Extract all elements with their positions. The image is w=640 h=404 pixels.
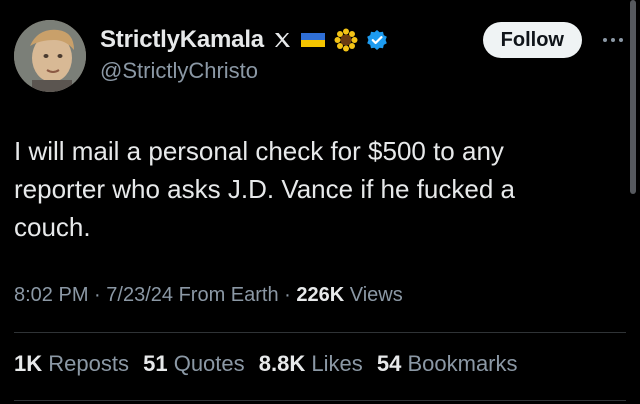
engagement-stats: 1K Reposts 51 Quotes 8.8K Likes 54 Bookm… [14,351,526,377]
display-name-row: StrictlyKamala [100,24,388,56]
tweet-date[interactable]: 7/23/24 [106,284,173,306]
likes-label: Likes [311,351,363,376]
sunflower-icon [334,28,358,52]
x-logo-icon [272,30,292,50]
reposts-label: Reposts [48,351,129,376]
follow-button[interactable]: Follow [482,22,582,58]
stat-bookmarks[interactable]: 54 Bookmarks [377,351,518,377]
stat-quotes[interactable]: 51 Quotes [143,351,245,377]
quotes-count: 51 [143,351,168,376]
meta-separator: · [88,284,107,306]
tweet-text: I will mail a personal check for $500 to… [14,136,515,242]
stat-reposts[interactable]: 1K Reposts [14,351,129,377]
quotes-label: Quotes [173,351,245,376]
avatar[interactable] [14,20,86,92]
tweet-header: StrictlyKamala @StrictlyChristo Follow [14,16,626,100]
likes-count: 8.8K [258,351,306,376]
display-name[interactable]: StrictlyKamala [100,26,264,54]
avatar-image [14,20,86,92]
tweet-meta: 8:02 PM · 7/23/24 From Earth · 226K View… [14,284,403,307]
stat-likes[interactable]: 8.8K Likes [259,351,363,377]
bookmarks-label: Bookmarks [407,351,518,376]
author-handle[interactable]: @StrictlyChristo [100,58,388,84]
more-options-icon[interactable] [600,30,626,50]
tweet-source: From Earth [178,284,279,306]
views-label: Views [349,284,403,306]
bookmarks-count: 54 [376,351,402,376]
scrollbar[interactable] [630,0,636,194]
meta-separator: · [278,284,297,306]
verified-badge-icon[interactable] [366,29,388,51]
author-names: StrictlyKamala @StrictlyChristo [100,24,388,84]
tweet-time[interactable]: 8:02 PM [14,284,88,306]
reposts-count: 1K [14,351,43,376]
views-count: 226K [296,284,345,306]
ukraine-flag-icon [300,30,326,50]
divider-bottom [14,400,626,401]
divider-top [14,332,626,333]
